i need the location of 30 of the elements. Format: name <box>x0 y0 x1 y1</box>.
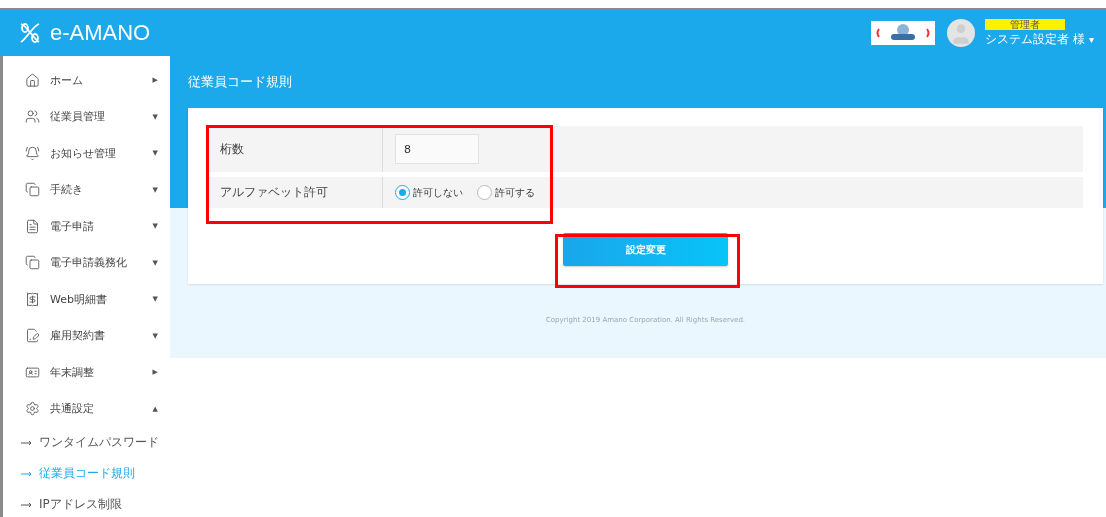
menu-icon <box>25 218 40 234</box>
menu-icon <box>25 401 40 417</box>
arrow-icon <box>21 501 33 508</box>
input-field[interactable]: 8 <box>395 134 479 164</box>
menu-icon <box>25 109 40 125</box>
menu-icon <box>25 291 40 307</box>
menu-icon <box>25 182 40 198</box>
logo-icon <box>18 21 42 45</box>
logo-text: e-AMANO <box>50 20 151 46</box>
submenu-item[interactable]: ワンタイムパスワード <box>3 427 170 458</box>
menu-icon <box>25 328 40 344</box>
page-title: 従業員コード規則 <box>188 73 293 91</box>
menu-icon <box>25 72 40 88</box>
radio-label: 許可しない <box>413 185 463 200</box>
radio-label: 許可する <box>495 185 535 200</box>
avatar-icon[interactable] <box>947 19 976 47</box>
field-label: アルファベット許可 <box>208 177 383 208</box>
radio-option[interactable]: 許可する <box>477 185 535 200</box>
arrow-icon <box>21 439 33 446</box>
menu-icon <box>25 364 40 380</box>
arrow-icon <box>21 470 33 477</box>
broadcast-badge-icon <box>871 21 936 45</box>
submenu-item[interactable]: IPアドレス制限 <box>3 489 170 517</box>
role-badge: 管理者 <box>985 18 1066 30</box>
field-label: 桁数 <box>208 126 383 172</box>
radio-icon[interactable] <box>477 185 492 200</box>
radio-option[interactable]: 許可しない <box>395 185 463 200</box>
radio-icon[interactable] <box>395 185 410 200</box>
menu-icon <box>25 255 40 271</box>
menu-icon <box>25 145 40 161</box>
